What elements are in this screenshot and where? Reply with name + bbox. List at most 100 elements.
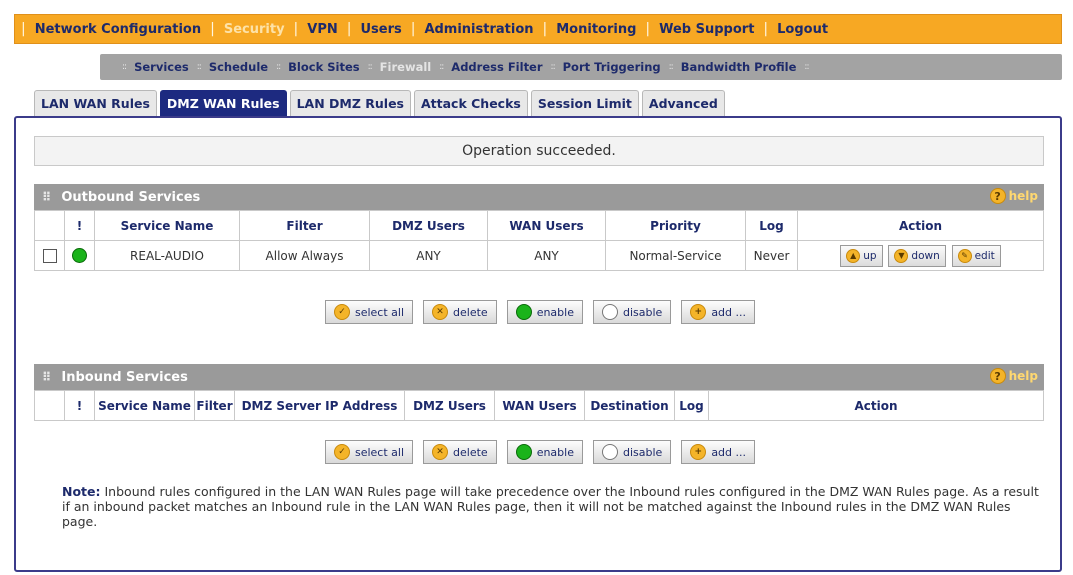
note-label: Note: (62, 484, 101, 499)
outbound-help-link[interactable]: ? help (989, 188, 1038, 204)
cell-service-name: REAL-AUDIO (94, 240, 240, 271)
down-button[interactable]: ▼ down (888, 244, 946, 267)
inbound-help-label: help (1008, 369, 1038, 383)
col-destination: Destination (584, 390, 675, 421)
enable-icon (515, 304, 532, 320)
status-message: Operation succeeded. (34, 136, 1044, 166)
col-dmz-server-ip: DMZ Server IP Address (234, 390, 405, 421)
col-service-name: Service Name (94, 210, 240, 241)
nav-vpn[interactable]: VPN (298, 22, 346, 37)
tab-bar: LAN WAN Rules DMZ WAN Rules LAN DMZ Rule… (34, 90, 725, 116)
table-header-row: ! Service Name Filter DMZ Server IP Addr… (34, 390, 1044, 421)
up-button[interactable]: ▲ up (840, 244, 883, 267)
tab-lan-wan-rules[interactable]: LAN WAN Rules (34, 90, 157, 116)
check-icon: ✓ (333, 444, 350, 460)
check-icon: ✓ (333, 304, 350, 320)
col-log: Log (745, 210, 798, 241)
col-dmz-users: DMZ Users (369, 210, 488, 241)
enable-icon (515, 444, 532, 460)
tab-advanced[interactable]: Advanced (641, 90, 725, 116)
outbound-services-header: ⠿ Outbound Services ? help (34, 184, 1044, 210)
inbound-help-link[interactable]: ? help (989, 368, 1038, 384)
outbound-button-row: ✓ select all ✕ delete enable disable + a… (16, 300, 1064, 324)
sub-navigation: :: Services :: Schedule :: Block Sites :… (100, 54, 1062, 80)
inbound-add-button[interactable]: + add ... (681, 440, 756, 464)
cell-log: Never (745, 240, 798, 271)
nav-logout[interactable]: Logout (768, 22, 837, 37)
nav-administration[interactable]: Administration (415, 22, 542, 37)
subnav-firewall[interactable]: Firewall (374, 60, 438, 74)
row-checkbox[interactable] (42, 248, 57, 263)
col-action: Action (708, 390, 1044, 421)
help-icon: ? (989, 368, 1006, 384)
inbound-delete-button[interactable]: ✕ delete (423, 440, 497, 464)
outbound-enable-button[interactable]: enable (506, 300, 583, 324)
table-row: REAL-AUDIO Allow Always ANY ANY Normal-S… (34, 240, 1044, 271)
pencil-icon: ✎ (957, 248, 972, 263)
nav-monitoring[interactable]: Monitoring (547, 22, 645, 37)
outbound-add-button[interactable]: + add ... (681, 300, 756, 324)
subnav-address-filter[interactable]: Address Filter (445, 60, 548, 74)
help-icon: ? (989, 188, 1006, 204)
inbound-services-title: Inbound Services (61, 369, 188, 385)
col-service-name: Service Name (94, 390, 195, 421)
col-dmz-users: DMZ Users (404, 390, 495, 421)
arrow-down-icon: ▼ (894, 248, 909, 263)
cell-actions: ▲ up ▼ down ✎ edit (797, 240, 1044, 271)
note-text: Note: Inbound rules configured in the LA… (62, 484, 1042, 529)
inbound-select-all-button[interactable]: ✓ select all (324, 440, 414, 464)
subnav-bandwidth-profile[interactable]: Bandwidth Profile (675, 60, 803, 74)
nav-web-support[interactable]: Web Support (650, 22, 763, 37)
col-status: ! (64, 390, 95, 421)
plus-icon: + (690, 304, 707, 320)
tab-session-limit[interactable]: Session Limit (530, 90, 639, 116)
plus-icon: + (690, 444, 707, 460)
col-log: Log (674, 390, 709, 421)
main-panel: Operation succeeded. ⠿ Outbound Services… (14, 116, 1062, 572)
tab-lan-dmz-rules[interactable]: LAN DMZ Rules (289, 90, 411, 116)
delete-icon: ✕ (432, 304, 449, 320)
nav-network-configuration[interactable]: Network Configuration (26, 22, 210, 37)
subnav-block-sites[interactable]: Block Sites (282, 60, 365, 74)
subnav-port-triggering[interactable]: Port Triggering (557, 60, 667, 74)
col-action: Action (797, 210, 1044, 241)
subnav-services[interactable]: Services (128, 60, 195, 74)
outbound-help-label: help (1008, 189, 1038, 203)
status-enabled-icon (72, 248, 87, 263)
arrow-up-icon: ▲ (846, 248, 861, 263)
nav-security[interactable]: Security (215, 22, 294, 37)
col-filter: Filter (239, 210, 370, 241)
col-wan-users: WAN Users (494, 390, 585, 421)
inbound-services-header: ⠿ Inbound Services ? help (34, 364, 1044, 390)
col-status: ! (64, 210, 95, 241)
disable-icon (601, 304, 618, 320)
outbound-services-table: ! Service Name Filter DMZ Users WAN User… (34, 210, 1044, 271)
col-filter: Filter (194, 390, 235, 421)
grip-icon: ⠿ (42, 190, 52, 204)
table-header-row: ! Service Name Filter DMZ Users WAN User… (34, 210, 1044, 241)
outbound-disable-button[interactable]: disable (592, 300, 672, 324)
disable-icon (601, 444, 618, 460)
col-priority: Priority (605, 210, 746, 241)
grip-icon: ⠿ (42, 370, 52, 384)
delete-icon: ✕ (432, 444, 449, 460)
cell-priority: Normal-Service (605, 240, 746, 271)
outbound-select-all-button[interactable]: ✓ select all (324, 300, 414, 324)
col-wan-users: WAN Users (487, 210, 606, 241)
inbound-button-row: ✓ select all ✕ delete enable disable + a… (16, 440, 1064, 464)
tab-dmz-wan-rules[interactable]: DMZ WAN Rules (159, 90, 287, 116)
app-frame: | Network Configuration | Security | VPN… (14, 6, 1062, 572)
outbound-delete-button[interactable]: ✕ delete (423, 300, 497, 324)
inbound-disable-button[interactable]: disable (592, 440, 672, 464)
cell-dmz-users: ANY (369, 240, 488, 271)
inbound-services-table: ! Service Name Filter DMZ Server IP Addr… (34, 390, 1044, 421)
outbound-services-title: Outbound Services (61, 189, 201, 205)
top-navigation: | Network Configuration | Security | VPN… (14, 14, 1062, 44)
cell-filter: Allow Always (239, 240, 370, 271)
subnav-schedule[interactable]: Schedule (203, 60, 274, 74)
edit-button[interactable]: ✎ edit (951, 244, 1001, 267)
cell-wan-users: ANY (487, 240, 606, 271)
tab-attack-checks[interactable]: Attack Checks (414, 90, 528, 116)
inbound-enable-button[interactable]: enable (506, 440, 583, 464)
nav-users[interactable]: Users (351, 22, 410, 37)
